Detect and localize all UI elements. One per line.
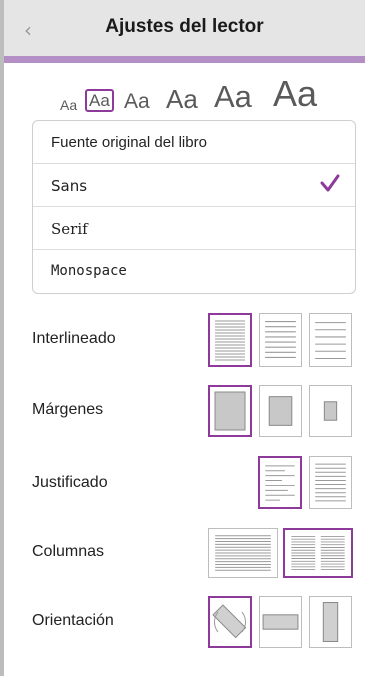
font-size-option-6[interactable]: Aa <box>273 76 317 112</box>
margins-medium-icon <box>268 396 293 426</box>
margins-medium-option[interactable] <box>259 385 302 437</box>
portrait-icon <box>322 602 339 642</box>
page-title: Ajustes del lector <box>105 16 264 37</box>
line-spacing-label: Interlineado <box>32 330 116 347</box>
font-option-label: Monospace <box>51 263 127 279</box>
line-spacing-tight-icon <box>215 320 245 361</box>
align-left-icon <box>265 465 295 501</box>
columns-label: Columnas <box>32 543 105 560</box>
orientation-label: Orientación <box>32 612 114 629</box>
margins-small-icon <box>214 391 246 431</box>
font-family-list: Fuente original del libro Sans Serif Mon… <box>32 120 356 294</box>
font-option-label: Fuente original del libro <box>51 134 207 151</box>
font-size-selector: Aa Aa Aa Aa Aa Aa <box>60 76 340 116</box>
font-option-label: Sans <box>51 177 88 195</box>
line-spacing-tight-option[interactable] <box>208 313 252 367</box>
margins-small-option[interactable] <box>208 385 252 437</box>
font-option-monospace[interactable]: Monospace <box>33 250 355 293</box>
two-columns-icon <box>291 535 345 571</box>
header-accent-bar <box>4 56 365 63</box>
single-column-icon <box>215 535 271 571</box>
margins-large-icon <box>323 401 338 421</box>
orientation-auto-option[interactable] <box>208 596 252 648</box>
landscape-icon <box>262 614 299 630</box>
orientation-landscape-option[interactable] <box>259 596 302 648</box>
font-size-option-3[interactable]: Aa <box>124 91 150 112</box>
line-spacing-wide-icon <box>315 322 346 359</box>
font-size-option-5[interactable]: Aa <box>214 81 252 112</box>
font-option-serif[interactable]: Serif <box>33 207 355 250</box>
header: ‹ Ajustes del lector <box>4 0 365 56</box>
line-spacing-normal-option[interactable] <box>259 313 302 367</box>
columns-two-option[interactable] <box>283 528 353 578</box>
align-justify-icon <box>315 463 346 502</box>
orientation-portrait-option[interactable] <box>309 596 352 648</box>
justify-full-option[interactable] <box>309 456 352 509</box>
font-option-sans[interactable]: Sans <box>33 164 355 207</box>
font-size-option-4[interactable]: Aa <box>166 86 198 112</box>
line-spacing-normal-icon <box>265 321 296 358</box>
font-size-option-1[interactable]: Aa <box>60 98 77 112</box>
justification-label: Justificado <box>32 474 108 491</box>
justify-left-option[interactable] <box>258 456 302 509</box>
font-option-original[interactable]: Fuente original del libro <box>33 121 355 164</box>
line-spacing-wide-option[interactable] <box>309 313 352 367</box>
left-edge <box>0 0 4 676</box>
columns-one-option[interactable] <box>208 528 278 578</box>
auto-rotate-icon <box>212 604 247 639</box>
font-size-option-2[interactable]: Aa <box>85 89 114 112</box>
margins-label: Márgenes <box>32 401 104 418</box>
check-icon <box>320 174 340 192</box>
font-option-label: Serif <box>51 220 88 238</box>
margins-large-option[interactable] <box>309 385 352 437</box>
